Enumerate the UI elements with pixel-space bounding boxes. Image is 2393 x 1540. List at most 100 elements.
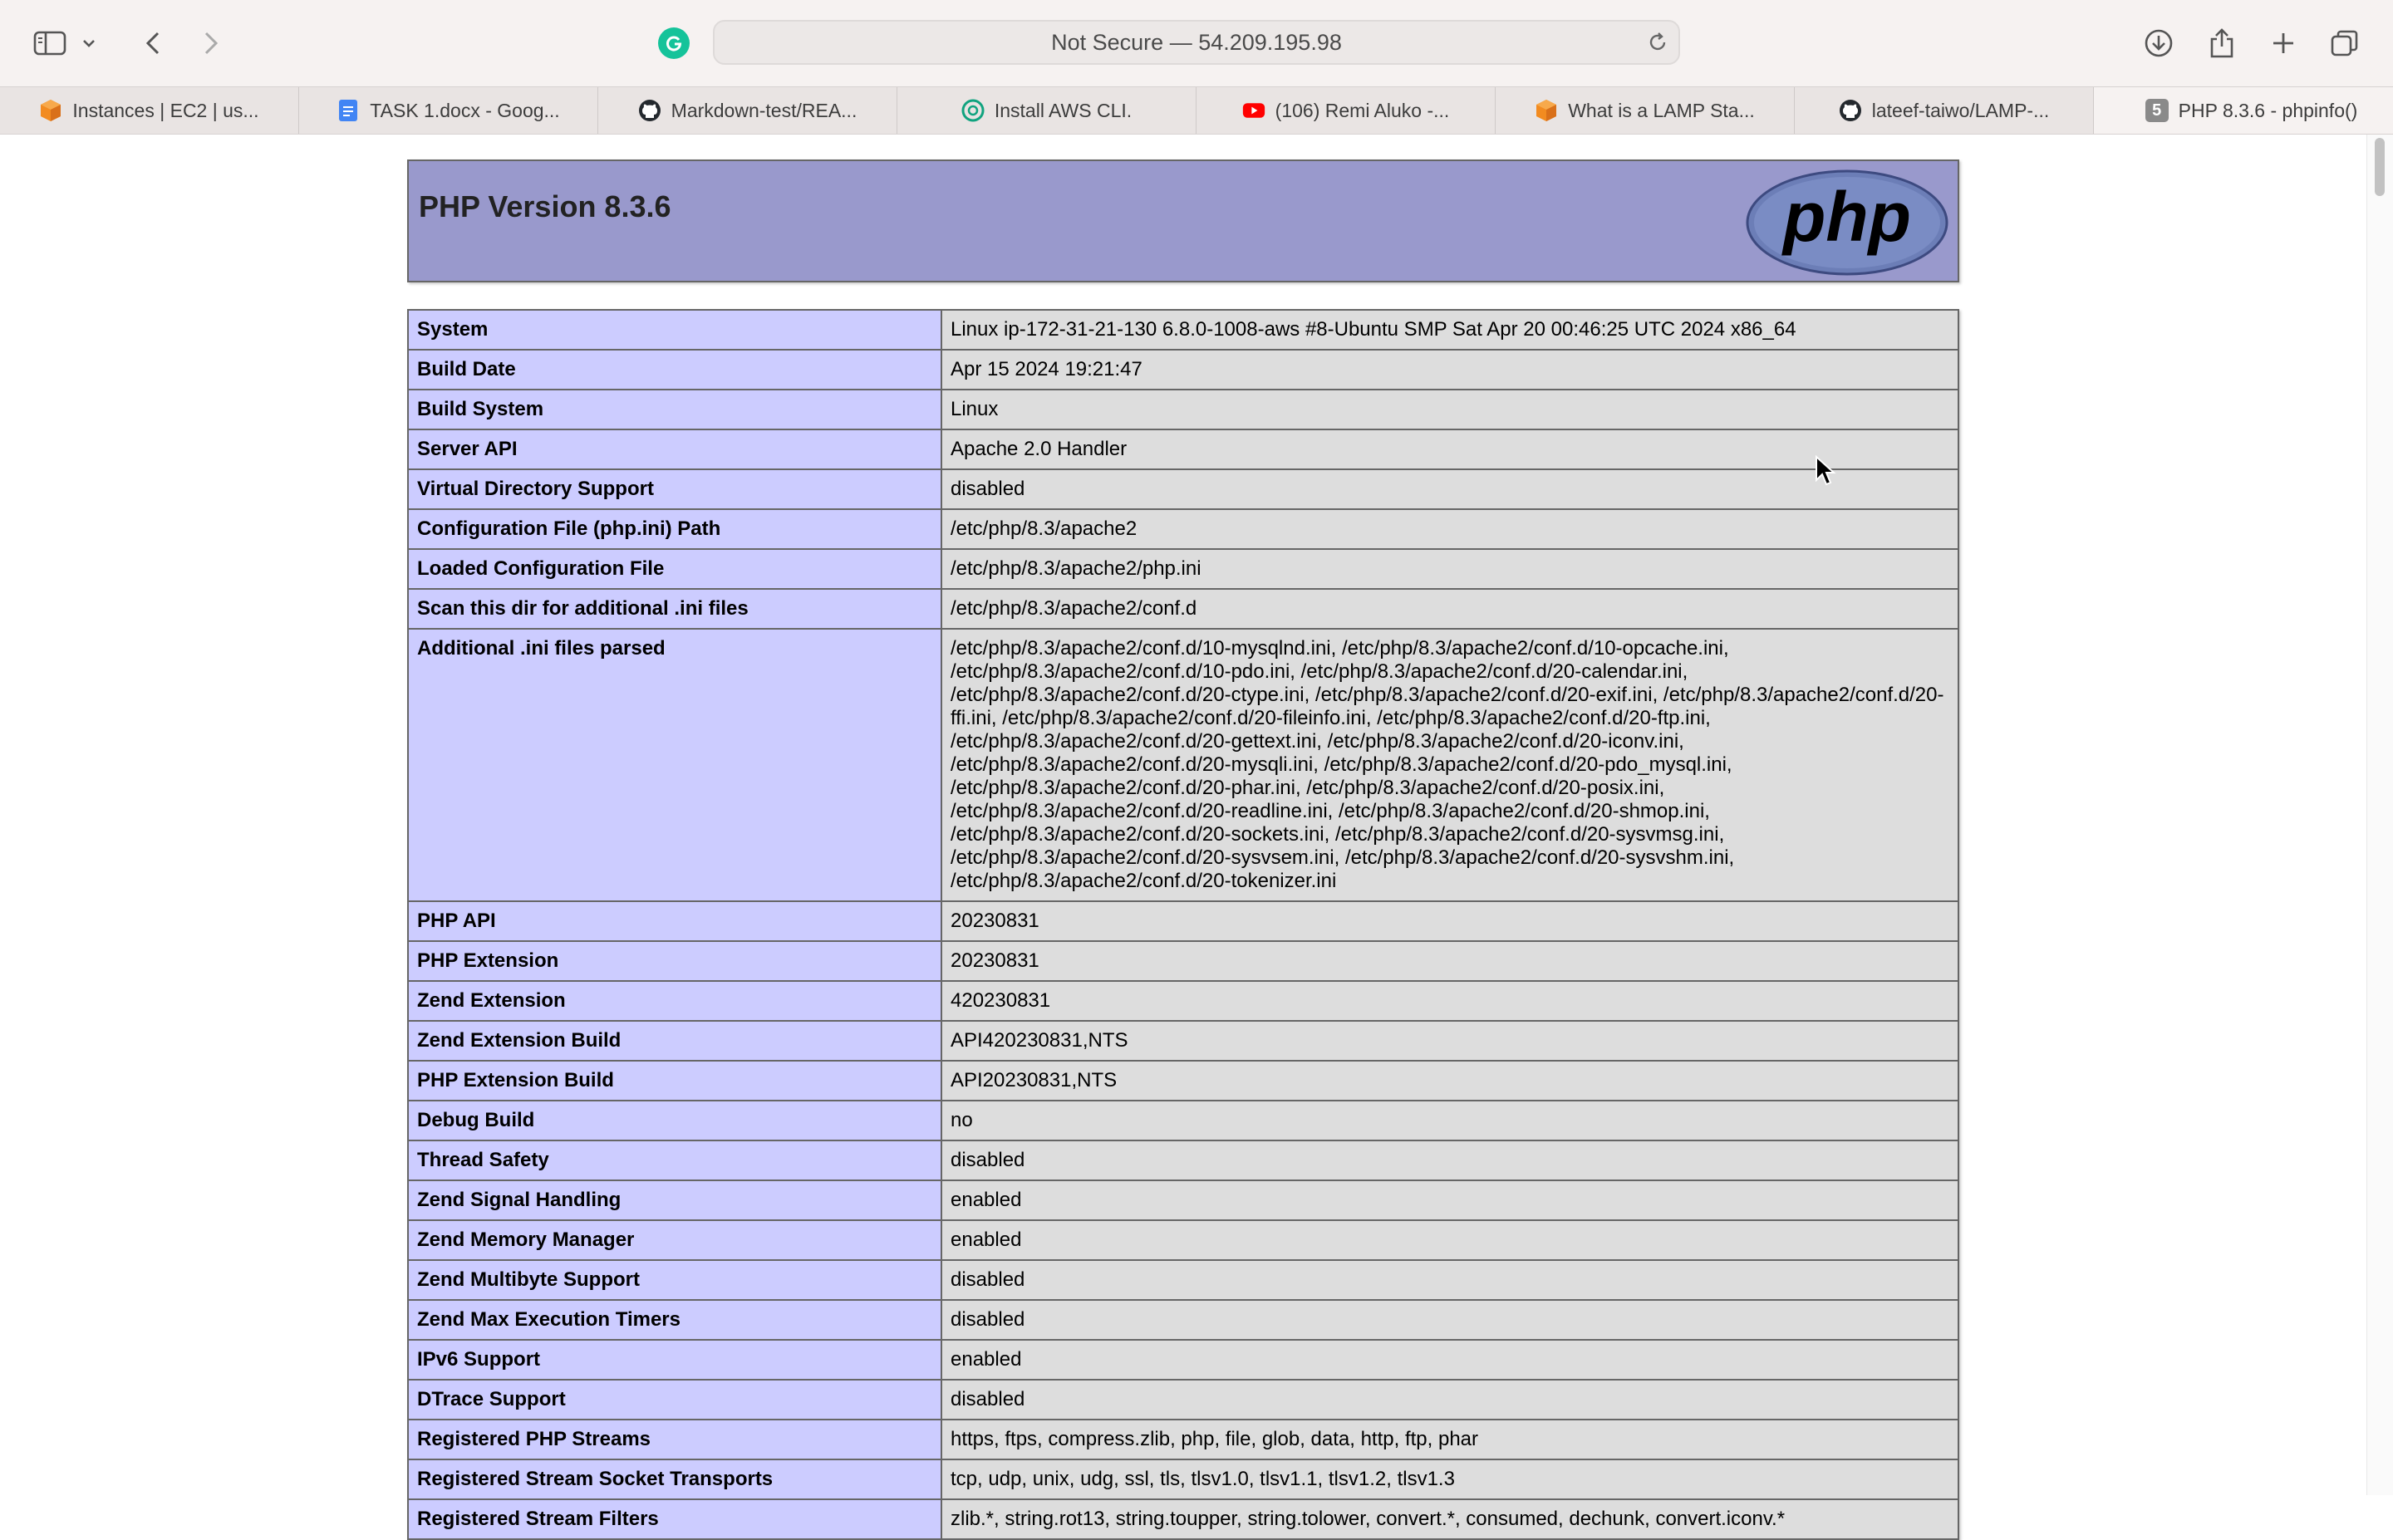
vertical-scrollbar[interactable] bbox=[2366, 135, 2393, 1495]
row-key: Zend Multibyte Support bbox=[407, 1259, 942, 1301]
tab-ec2-instances[interactable]: Instances | EC2 | us... bbox=[0, 87, 299, 134]
row-key: Build Date bbox=[407, 349, 942, 390]
row-key: Zend Max Execution Timers bbox=[407, 1299, 942, 1341]
tab-label: PHP 8.3.6 - phpinfo() bbox=[2178, 99, 2358, 121]
table-row: Configuration File (php.ini) Path/etc/ph… bbox=[407, 508, 1959, 550]
php-version-header: PHP Version 8.3.6 php bbox=[407, 159, 1959, 282]
reload-icon[interactable] bbox=[1645, 30, 1670, 55]
row-key: Additional .ini files parsed bbox=[407, 628, 942, 902]
tab-youtube[interactable]: (106) Remi Aluko -... bbox=[1196, 87, 1496, 134]
table-row: System Linux ip-172-31-21-130 6.8.0-1008-… bbox=[407, 309, 1959, 351]
github-icon bbox=[1839, 99, 1862, 122]
tab-bar: Instances | EC2 | us... TASK 1.docx - Go… bbox=[0, 86, 2393, 135]
row-key: Registered PHP Streams bbox=[407, 1419, 942, 1460]
tab-label: (106) Remi Aluko -... bbox=[1275, 99, 1450, 121]
row-value: /etc/php/8.3/apache2 bbox=[941, 508, 1959, 550]
row-value: Linux ip-172-31-21-130 6.8.0-1008-aws #8… bbox=[941, 309, 1959, 351]
tab-markdown-test[interactable]: Markdown-test/REA... bbox=[598, 87, 897, 134]
chevron-down-icon[interactable] bbox=[76, 22, 101, 65]
page-title: PHP Version 8.3.6 bbox=[419, 189, 671, 223]
tab-lamp-repo[interactable]: lateef-taiwo/LAMP-... bbox=[1795, 87, 2094, 134]
php-logo-text: php bbox=[1781, 178, 1911, 256]
row-key: System bbox=[407, 309, 942, 351]
row-value: /etc/php/8.3/apache2/conf.d bbox=[941, 588, 1959, 630]
row-value: disabled bbox=[941, 1259, 1959, 1301]
table-row: PHP Extension Build API20230831,NTS bbox=[407, 1060, 1959, 1101]
row-value: enabled bbox=[941, 1180, 1959, 1221]
aws-cube-icon bbox=[1535, 99, 1558, 122]
google-docs-icon bbox=[337, 99, 360, 122]
table-row: Virtual Directory Support disabled bbox=[407, 468, 1959, 510]
table-row: Zend Memory Manager enabled bbox=[407, 1219, 1959, 1261]
row-value: 20230831 bbox=[941, 900, 1959, 942]
row-key: Debug Build bbox=[407, 1100, 942, 1141]
table-row: Zend Extension 420230831 bbox=[407, 980, 1959, 1022]
row-value: Linux bbox=[941, 389, 1959, 430]
scrollbar-thumb[interactable] bbox=[2375, 138, 2385, 196]
row-key: PHP API bbox=[407, 900, 942, 942]
table-row: Registered Stream Socket Transports tcp, … bbox=[407, 1459, 1959, 1500]
tab-label: What is a LAMP Sta... bbox=[1568, 99, 1755, 121]
row-key: Registered Stream Socket Transports bbox=[407, 1459, 942, 1500]
row-value: Apr 15 2024 19:21:47 bbox=[941, 349, 1959, 390]
download-icon[interactable] bbox=[2137, 22, 2180, 65]
tab-install-aws-cli[interactable]: Install AWS CLI. bbox=[897, 87, 1196, 134]
table-row: Server API Apache 2.0 Handler bbox=[407, 429, 1959, 470]
tab-label: Markdown-test/REA... bbox=[671, 99, 857, 121]
row-value: API420230831,NTS bbox=[941, 1020, 1959, 1062]
table-row: Build System Linux bbox=[407, 389, 1959, 430]
row-key: DTrace Support bbox=[407, 1379, 942, 1420]
row-key: Configuration File (php.ini) Path bbox=[407, 508, 942, 550]
tab-google-docs[interactable]: TASK 1.docx - Goog... bbox=[299, 87, 598, 134]
new-tab-icon[interactable] bbox=[2262, 22, 2305, 65]
row-value: enabled bbox=[941, 1219, 1959, 1261]
row-value: Apache 2.0 Handler bbox=[941, 429, 1959, 470]
row-key: PHP Extension bbox=[407, 940, 942, 982]
row-key: Build System bbox=[407, 389, 942, 430]
tab-label: TASK 1.docx - Goog... bbox=[370, 99, 560, 121]
table-row: Zend Max Execution Timers disabled bbox=[407, 1299, 1959, 1341]
share-icon[interactable] bbox=[2200, 22, 2243, 65]
row-value: /etc/php/8.3/apache2/php.ini bbox=[941, 548, 1959, 590]
row-key: Zend Signal Handling bbox=[407, 1180, 942, 1221]
row-value: 420230831 bbox=[941, 980, 1959, 1022]
address-text: Not Secure — 54.209.195.98 bbox=[1051, 30, 1342, 55]
tab-label: Instances | EC2 | us... bbox=[72, 99, 259, 121]
row-key: Loaded Configuration File bbox=[407, 548, 942, 590]
table-row: Additional .ini files parsed/etc/php/8.3… bbox=[407, 628, 1959, 902]
table-row: Registered Stream Filters zlib.*, string.… bbox=[407, 1498, 1959, 1540]
tab-phpinfo[interactable]: 5 PHP 8.3.6 - phpinfo() bbox=[2094, 87, 2393, 134]
forward-icon[interactable] bbox=[189, 22, 233, 65]
row-value: no bbox=[941, 1100, 1959, 1141]
row-key: Zend Extension bbox=[407, 980, 942, 1022]
row-key: Virtual Directory Support bbox=[407, 468, 942, 510]
mouse-cursor-icon bbox=[1815, 454, 1836, 491]
row-value: 20230831 bbox=[941, 940, 1959, 982]
table-row: PHP API 20230831 bbox=[407, 900, 1959, 942]
page-content: PHP Version 8.3.6 php System Linux ip-172… bbox=[0, 135, 2366, 1540]
sidebar-toggle-icon[interactable] bbox=[28, 22, 71, 65]
row-key: Zend Extension Build bbox=[407, 1020, 942, 1062]
table-row: IPv6 Support enabled bbox=[407, 1339, 1959, 1381]
back-icon[interactable] bbox=[131, 22, 174, 65]
row-value: disabled bbox=[941, 1299, 1959, 1341]
table-row: Zend Multibyte Support disabled bbox=[407, 1259, 1959, 1301]
row-key: IPv6 Support bbox=[407, 1339, 942, 1381]
table-row: Loaded Configuration File/etc/php/8.3/ap… bbox=[407, 548, 1959, 590]
row-key: Server API bbox=[407, 429, 942, 470]
chatgpt-icon bbox=[961, 99, 985, 122]
row-value: disabled bbox=[941, 1140, 1959, 1181]
php-logo: php bbox=[1745, 169, 1949, 280]
phpinfo-table: System Linux ip-172-31-21-130 6.8.0-1008-… bbox=[407, 309, 1959, 1540]
table-row: Build Date Apr 15 2024 19:21:47 bbox=[407, 349, 1959, 390]
row-value: /etc/php/8.3/apache2/conf.d/10-mysqlnd.i… bbox=[941, 628, 1959, 902]
row-value: API20230831,NTS bbox=[941, 1060, 1959, 1101]
address-bar[interactable]: Not Secure — 54.209.195.98 bbox=[713, 20, 1680, 65]
tab-label: lateef-taiwo/LAMP-... bbox=[1871, 99, 2050, 121]
grammarly-icon[interactable] bbox=[658, 27, 690, 59]
tab-badge-number: 5 bbox=[2152, 101, 2162, 120]
tab-lamp-stack[interactable]: What is a LAMP Sta... bbox=[1496, 87, 1795, 134]
table-row: DTrace Support disabled bbox=[407, 1379, 1959, 1420]
aws-cube-icon bbox=[39, 99, 62, 122]
tab-overview-icon[interactable] bbox=[2323, 22, 2366, 65]
